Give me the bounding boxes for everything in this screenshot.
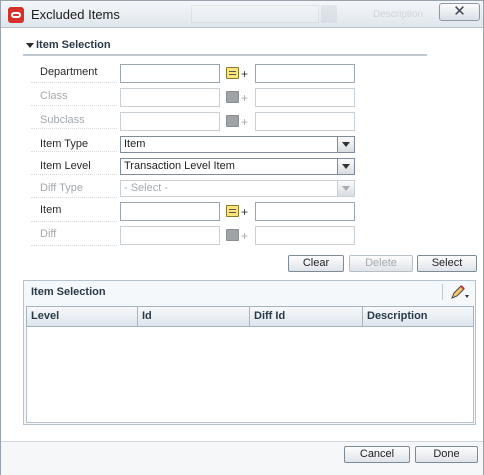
divider	[31, 221, 117, 222]
pencil-edit-icon[interactable]	[450, 284, 470, 300]
item-type-select[interactable]: Item	[120, 136, 355, 153]
background-text: Description	[373, 9, 424, 20]
divider	[31, 105, 117, 106]
column-diff-id[interactable]: Diff Id	[250, 307, 363, 326]
diff-type-value: - Select -	[124, 182, 169, 194]
results-table-header: Level Id Diff Id Description	[26, 306, 474, 327]
diff-label: Diff	[40, 228, 57, 240]
subclass-description-field	[255, 112, 355, 131]
delete-button[interactable]: Delete	[349, 255, 413, 272]
chevron-down-icon	[337, 159, 354, 174]
clear-button[interactable]: Clear	[288, 255, 344, 272]
item-label: Item	[40, 204, 62, 216]
excluded-items-dialog: Excluded Items Description ✕ Item Select…	[0, 0, 484, 475]
class-description-field	[255, 88, 355, 107]
oracle-icon	[8, 7, 24, 23]
close-icon: ✕	[453, 2, 466, 20]
column-id[interactable]: Id	[138, 307, 250, 326]
panel-title: Item Selection	[31, 286, 106, 298]
list-lookup-icon	[226, 115, 239, 127]
item-input[interactable]	[120, 202, 220, 221]
chevron-down-icon	[337, 137, 354, 152]
plus-icon: +	[241, 91, 249, 105]
item-type-label: Item Type	[40, 138, 89, 150]
divider	[31, 151, 117, 152]
department-description-field	[255, 64, 355, 83]
select-button[interactable]: Select	[417, 255, 477, 272]
class-label: Class	[40, 90, 68, 102]
chevron-down-icon	[337, 181, 354, 196]
list-lookup-icon[interactable]	[226, 205, 239, 217]
divider	[31, 128, 117, 129]
item-description-field	[255, 202, 355, 221]
item-level-label: Item Level	[40, 160, 91, 172]
plus-icon: +	[241, 115, 249, 129]
item-level-select[interactable]: Transaction Level Item	[120, 158, 355, 175]
done-button[interactable]: Done	[415, 446, 478, 463]
title-bar: Excluded Items Description ✕	[1, 1, 483, 28]
background-button	[321, 5, 337, 23]
diff-type-select[interactable]: - Select -	[120, 180, 355, 197]
section-title: Item Selection	[36, 39, 111, 51]
toolbar-separator	[442, 284, 443, 300]
subclass-label: Subclass	[40, 114, 85, 126]
dialog-title: Excluded Items	[31, 7, 120, 22]
column-level[interactable]: Level	[27, 307, 138, 326]
divider	[31, 82, 117, 83]
diff-type-label: Diff Type	[40, 182, 84, 194]
item-selection-header[interactable]: Item Selection	[23, 39, 427, 56]
column-description[interactable]: Description	[363, 307, 473, 326]
department-input[interactable]	[120, 64, 220, 83]
divider	[31, 245, 117, 246]
plus-icon: +	[241, 67, 249, 81]
list-lookup-icon	[226, 91, 239, 103]
plus-icon: +	[241, 229, 249, 243]
class-input[interactable]	[120, 88, 220, 107]
background-field	[191, 5, 319, 23]
list-lookup-icon[interactable]	[226, 67, 239, 79]
dialog-footer	[1, 441, 483, 475]
item-selection-panel: Item Selection Level Id Diff Id Descript…	[23, 280, 476, 425]
list-lookup-icon	[226, 229, 239, 241]
item-type-value: Item	[124, 138, 146, 150]
results-table-body	[26, 327, 474, 423]
item-level-value: Transaction Level Item	[124, 160, 235, 172]
divider	[31, 174, 117, 175]
triangle-down-icon	[26, 43, 34, 48]
subclass-input[interactable]	[120, 112, 220, 131]
department-label: Department	[40, 66, 98, 78]
cancel-button[interactable]: Cancel	[344, 446, 410, 463]
divider	[31, 197, 117, 198]
diff-input[interactable]	[120, 226, 220, 245]
plus-icon: +	[241, 205, 249, 219]
diff-description-field	[255, 226, 355, 245]
close-button[interactable]: ✕	[439, 3, 480, 21]
